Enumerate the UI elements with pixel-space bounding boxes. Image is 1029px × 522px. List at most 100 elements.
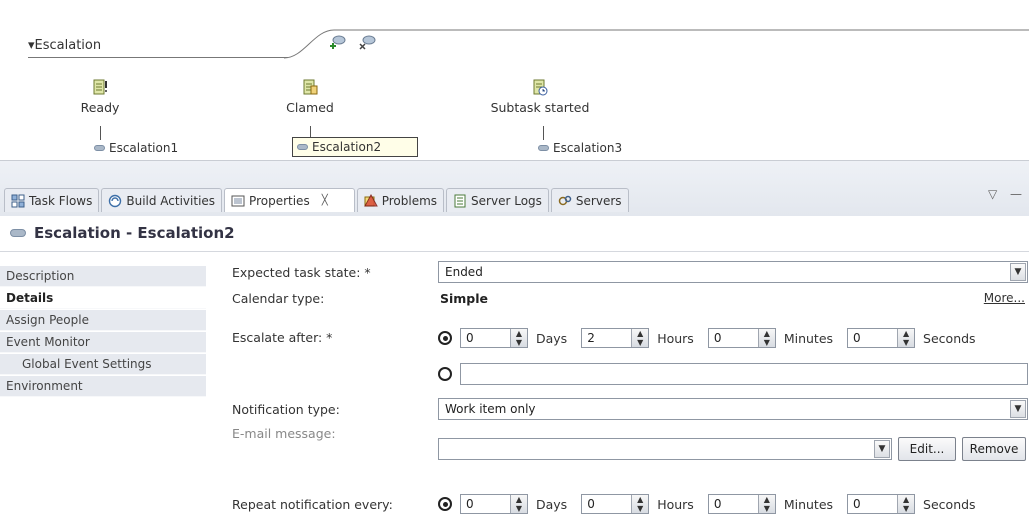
properties-header: Escalation - Escalation2 bbox=[0, 216, 1029, 252]
sidenav-item-assign-people[interactable]: Assign People bbox=[0, 310, 206, 331]
spinner-value: 0 bbox=[853, 331, 861, 345]
spinner-arrows-icon[interactable]: ▲ ▼ bbox=[757, 495, 775, 513]
tab-servers[interactable]: Servers bbox=[550, 188, 629, 212]
subtask-started-state-icon bbox=[533, 79, 548, 96]
repeat-hours-spinner[interactable]: 0 ▲ ▼ bbox=[581, 494, 650, 514]
escalate-seconds-spinner[interactable]: 0 ▲ ▼ bbox=[847, 328, 916, 348]
state-ready[interactable]: Ready bbox=[30, 78, 170, 115]
connector-line bbox=[100, 126, 101, 140]
state-label: Subtask started bbox=[490, 100, 590, 115]
escalation-node-2[interactable]: Escalation2 bbox=[292, 137, 418, 157]
view-tab-bar: Task Flows Build Activities Properties ╳… bbox=[0, 160, 1029, 216]
tab-build-activities[interactable]: Build Activities bbox=[101, 188, 223, 212]
view-tabs: Task Flows Build Activities Properties ╳… bbox=[4, 188, 631, 212]
tab-task-flows[interactable]: Task Flows bbox=[4, 188, 100, 212]
state-label: Ready bbox=[80, 100, 120, 115]
sidenav-item-global-event-settings[interactable]: Global Event Settings bbox=[0, 354, 206, 375]
repeat-seconds-spinner[interactable]: 0 ▲ ▼ bbox=[847, 494, 916, 514]
close-icon[interactable]: ╳ bbox=[322, 195, 328, 206]
spinner-arrows-icon[interactable]: ▲ ▼ bbox=[510, 329, 527, 347]
add-escalation-icon[interactable] bbox=[328, 34, 346, 50]
spinner-arrows-icon[interactable]: ▲ ▼ bbox=[510, 495, 527, 513]
spinner-value: 0 bbox=[713, 497, 722, 511]
escalation-diagram: ▾Escalation Ready Escalation1 Clamed Esc… bbox=[0, 0, 1029, 160]
escalation-node-3[interactable]: Escalation3 bbox=[534, 139, 626, 157]
minimize-view-icon[interactable]: ▽ bbox=[988, 187, 997, 201]
properties-title: Escalation - Escalation2 bbox=[34, 224, 235, 242]
sidenav-item-environment[interactable]: Environment bbox=[0, 376, 206, 397]
state-label: Clamed bbox=[286, 100, 334, 115]
hours-unit-label: Hours bbox=[657, 330, 694, 346]
expected-task-state-select[interactable]: Ended ▼ bbox=[438, 261, 1028, 283]
days-unit-label: Days bbox=[536, 330, 568, 346]
claimed-state-icon bbox=[303, 79, 318, 95]
section-header-curve bbox=[284, 29, 1029, 59]
escalate-minutes-spinner[interactable]: 0 ▲ ▼ bbox=[707, 328, 776, 348]
spinner-arrows-icon[interactable]: ▲ ▼ bbox=[897, 329, 915, 347]
repeat-duration-row: 0 ▲ ▼ Days 0 ▲ ▼ Hours 0 ▲ ▼ Minutes 0 ▲ ▼ S… bbox=[438, 493, 990, 515]
calendar-more-link[interactable]: More... bbox=[984, 291, 1025, 305]
expression-radio[interactable] bbox=[438, 367, 452, 381]
escalate-days-spinner[interactable]: 0 ▲ ▼ bbox=[460, 328, 528, 348]
spinner-value: 0 bbox=[466, 331, 474, 345]
tab-label: Server Logs bbox=[471, 193, 542, 208]
escalation-node-label: Escalation3 bbox=[553, 141, 623, 155]
tab-label: Properties bbox=[249, 193, 310, 208]
calendar-type-value: Simple bbox=[440, 291, 489, 306]
escalate-expression-input[interactable] bbox=[460, 363, 1028, 385]
escalate-expression-row bbox=[438, 363, 460, 385]
escalation-icon bbox=[94, 145, 105, 151]
repeat-notification-label: Repeat notification every: bbox=[232, 497, 393, 512]
escalation-icon bbox=[297, 144, 308, 150]
delete-escalation-icon[interactable] bbox=[358, 34, 376, 50]
spinner-arrows-icon[interactable]: ▲ ▼ bbox=[631, 495, 649, 513]
notification-type-label: Notification type: bbox=[232, 402, 340, 417]
escalation-node-1[interactable]: Escalation1 bbox=[90, 139, 182, 157]
edit-button[interactable]: Edit... bbox=[898, 437, 956, 461]
email-message-select[interactable]: ▼ bbox=[438, 438, 892, 460]
tab-properties[interactable]: Properties ╳ bbox=[224, 188, 355, 212]
spinner-arrows-icon[interactable]: ▲ ▼ bbox=[631, 329, 649, 347]
expected-task-state-value: Ended bbox=[445, 265, 483, 279]
spinner-value: 0 bbox=[466, 497, 474, 511]
dropdown-arrow-icon[interactable]: ▼ bbox=[874, 440, 890, 458]
escalation-section-title[interactable]: ▾Escalation bbox=[28, 38, 101, 53]
properties-icon bbox=[231, 195, 245, 206]
spinner-arrows-icon[interactable]: ▲ ▼ bbox=[897, 495, 915, 513]
escalate-after-label: Escalate after: * bbox=[232, 330, 333, 345]
dropdown-arrow-icon[interactable]: ▼ bbox=[1010, 400, 1026, 418]
state-claimed[interactable]: Clamed bbox=[240, 78, 380, 115]
repeat-minutes-spinner[interactable]: 0 ▲ ▼ bbox=[707, 494, 776, 514]
escalation-node-label: Escalation1 bbox=[109, 141, 179, 155]
sidenav-item-details[interactable]: Details bbox=[0, 288, 206, 309]
hours-unit-label: Hours bbox=[657, 496, 694, 512]
spinner-value: 0 bbox=[853, 497, 861, 511]
servers-icon bbox=[558, 195, 572, 205]
remove-button[interactable]: Remove bbox=[962, 437, 1026, 461]
escalation-section-header[interactable]: ▾Escalation bbox=[28, 36, 288, 58]
spinner-value: 0 bbox=[587, 497, 595, 511]
sidenav-item-description[interactable]: Description bbox=[0, 266, 206, 287]
tab-label: Build Activities bbox=[126, 193, 216, 208]
tab-problems[interactable]: Problems bbox=[356, 188, 445, 212]
tab-label: Servers bbox=[575, 193, 622, 208]
repeat-duration-radio[interactable] bbox=[438, 497, 452, 511]
state-subtask-started[interactable]: Subtask started bbox=[470, 78, 610, 115]
escalation-icon bbox=[10, 229, 26, 237]
calendar-type-label: Calendar type: bbox=[232, 291, 325, 306]
maximize-view-icon[interactable]: — bbox=[1010, 187, 1022, 201]
notification-type-value: Work item only bbox=[445, 402, 536, 416]
properties-sidenav: Description Details Assign People Event … bbox=[0, 252, 206, 522]
build-activities-icon bbox=[109, 194, 122, 207]
dropdown-arrow-icon[interactable]: ▼ bbox=[1010, 263, 1026, 281]
tab-label: Problems bbox=[381, 193, 438, 208]
sidenav-item-event-monitor[interactable]: Event Monitor bbox=[0, 332, 206, 353]
spinner-arrows-icon[interactable]: ▲ ▼ bbox=[757, 329, 775, 347]
duration-radio[interactable] bbox=[438, 331, 452, 345]
escalate-hours-spinner[interactable]: 2 ▲ ▼ bbox=[581, 328, 650, 348]
tab-server-logs[interactable]: Server Logs bbox=[446, 188, 549, 212]
escalation-node-label: Escalation2 bbox=[312, 140, 382, 154]
minutes-unit-label: Minutes bbox=[783, 330, 834, 346]
notification-type-select[interactable]: Work item only ▼ bbox=[438, 398, 1028, 420]
repeat-days-spinner[interactable]: 0 ▲ ▼ bbox=[460, 494, 528, 514]
